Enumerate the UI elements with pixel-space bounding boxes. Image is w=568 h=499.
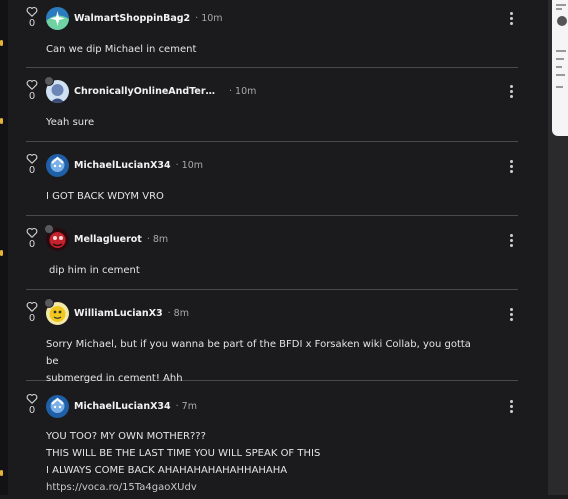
comment-text-line: YOU TOO? MY OWN MOTHER??? <box>46 431 206 442</box>
meta-separator: · <box>146 234 150 245</box>
comment-body: Sorry Michael, but if you wanna be part … <box>46 336 476 387</box>
username-link[interactable]: WilliamLucianX3 <box>74 308 163 320</box>
comment-text: Yeah sure <box>46 117 95 128</box>
username-link[interactable]: Mellagluerot <box>74 234 142 246</box>
like-count: 0 <box>28 239 36 250</box>
heart-outline-icon[interactable] <box>26 6 38 17</box>
gutter-marker <box>0 470 3 476</box>
profile-badge-icon <box>44 76 54 86</box>
heart-outline-icon[interactable] <box>26 153 38 164</box>
timestamp: 7m <box>181 401 197 412</box>
comment-body: YOU TOO? MY OWN MOTHER??? THIS WILL BE T… <box>46 428 476 496</box>
like-control: 0 <box>26 79 38 103</box>
username-link[interactable]: ChronicallyOnlineAndTermin… <box>74 86 224 98</box>
meta-separator: · <box>229 86 233 97</box>
comment-text-line: THIS WILL BE THE LAST TIME YOU WILL SPEA… <box>46 448 321 459</box>
side-preview-panel <box>552 0 568 136</box>
comment-meta: Mellagluerot · 8m <box>74 234 168 246</box>
like-control: 0 <box>26 6 38 30</box>
like-control: 0 <box>26 153 38 177</box>
like-count: 0 <box>28 18 36 29</box>
comment-body: Yeah sure <box>46 114 476 131</box>
comment-text-line: Sorry Michael, but if you wanna be part … <box>46 339 471 367</box>
left-gutter <box>0 0 8 495</box>
comment-body: I GOT BACK WDYM VRO <box>46 188 476 205</box>
comment-text: Can we dip Michael in cement <box>46 44 197 55</box>
comment-item: 0 MichaelLucianX34 · 7m YOU TOO? MY OWN MO… <box>26 381 518 499</box>
like-control: 0 <box>26 301 38 325</box>
like-count: 0 <box>28 91 36 102</box>
meta-separator: · <box>175 401 179 412</box>
timestamp: 10m <box>235 86 257 97</box>
heart-outline-icon[interactable] <box>26 79 38 90</box>
comment-meta: WalmartShoppinBag2 · 10m <box>74 13 223 25</box>
comment-body: Can we dip Michael in cement <box>46 41 476 58</box>
like-count: 0 <box>28 313 36 324</box>
username-link[interactable]: MichaelLucianX34 <box>74 160 171 172</box>
comment-item: 0 MichaelLucianX34 · 10m I GOT BACK WDYM V… <box>26 142 518 216</box>
kebab-menu-icon[interactable] <box>510 234 514 249</box>
heart-outline-icon[interactable] <box>26 227 38 238</box>
comment-link[interactable]: https://voca.ro/15Ta4gaoXUdv <box>46 482 197 493</box>
like-control: 0 <box>26 393 38 417</box>
username-link[interactable]: MichaelLucianX34 <box>74 401 171 413</box>
comment-meta: MichaelLucianX34 · 7m <box>74 401 197 413</box>
meta-separator: · <box>175 160 179 171</box>
kebab-menu-icon[interactable] <box>510 308 514 323</box>
gutter-marker <box>0 250 3 256</box>
right-side-panel <box>548 0 568 495</box>
like-count: 0 <box>28 165 36 176</box>
like-control: 0 <box>26 227 38 251</box>
avatar[interactable] <box>46 7 69 30</box>
kebab-menu-icon[interactable] <box>510 160 514 175</box>
timestamp: 8m <box>152 234 169 245</box>
comment-item: 0 ChronicallyOnlineAndTermin… · 10m Yeah s… <box>26 68 518 142</box>
gutter-marker <box>0 118 3 124</box>
timestamp: 10m <box>201 13 223 24</box>
timestamp: 8m <box>173 308 189 319</box>
kebab-menu-icon[interactable] <box>510 85 514 100</box>
comment-feed: 0 WalmartShoppinBag2 · 10m Can we dip Mich… <box>26 0 518 499</box>
avatar[interactable] <box>46 154 69 177</box>
like-count: 0 <box>28 405 36 416</box>
comment-item: 0 WilliamLucianX3 · 8m Sorry Michael, but … <box>26 290 518 384</box>
heart-outline-icon[interactable] <box>26 301 38 312</box>
comment-body: dip him in cement <box>49 262 479 279</box>
meta-separator: · <box>167 308 171 319</box>
comment-meta: WilliamLucianX3 · 8m <box>74 308 189 320</box>
comment-meta: MichaelLucianX34 · 10m <box>74 160 203 172</box>
comment-text: I GOT BACK WDYM VRO <box>46 191 164 202</box>
comment-item: 0 Mellagluerot · 8m dip him in cement <box>26 216 518 290</box>
kebab-menu-icon[interactable] <box>510 12 514 27</box>
meta-separator: · <box>195 13 199 24</box>
avatar[interactable] <box>46 395 69 418</box>
comment-text-line: I ALWAYS COME BACK AHAHAHAHAHAHHAHAHA <box>46 465 288 476</box>
gutter-marker <box>0 40 3 46</box>
profile-badge-icon <box>44 224 54 234</box>
comment-meta: ChronicallyOnlineAndTermin… · 10m <box>74 86 256 98</box>
heart-outline-icon[interactable] <box>26 393 38 404</box>
profile-badge-icon <box>44 298 54 308</box>
kebab-menu-icon[interactable] <box>510 400 514 415</box>
comment-item: 0 WalmartShoppinBag2 · 10m Can we dip Mich… <box>26 0 518 68</box>
username-link[interactable]: WalmartShoppinBag2 <box>74 13 190 25</box>
timestamp: 10m <box>181 160 204 171</box>
comment-text: dip him in cement <box>49 265 140 276</box>
